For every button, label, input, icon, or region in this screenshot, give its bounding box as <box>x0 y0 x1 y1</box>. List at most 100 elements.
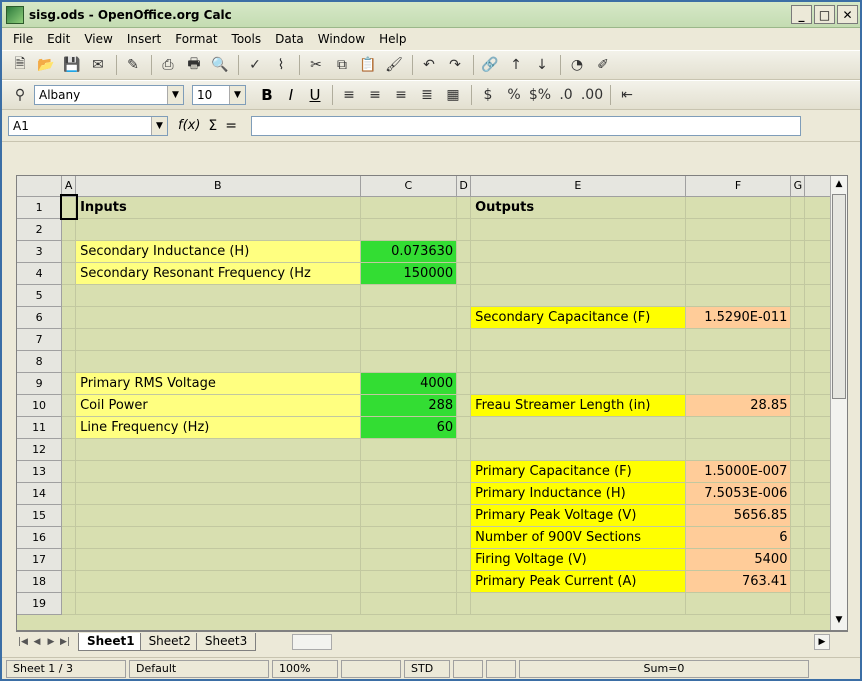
font-size-combo[interactable]: 10 ▼ <box>192 85 246 105</box>
menu-edit[interactable]: Edit <box>40 32 77 46</box>
cell-a[interactable] <box>61 482 77 505</box>
row-header[interactable]: 7 <box>17 328 63 351</box>
corner-header[interactable] <box>17 176 63 197</box>
vertical-scrollbar[interactable]: ▲ ▼ <box>830 176 847 630</box>
cell-e[interactable]: Secondary Capacitance (F) <box>470 306 686 329</box>
cell-e[interactable] <box>470 372 686 395</box>
cell-a[interactable] <box>61 262 77 285</box>
column-header-c[interactable]: C <box>360 176 458 197</box>
cell-a[interactable] <box>61 394 77 417</box>
next-sheet-icon[interactable]: ▶ <box>44 634 58 650</box>
scroll-down-icon[interactable]: ▼ <box>831 612 847 628</box>
cut-icon[interactable]: ✂ <box>304 54 328 76</box>
row-header[interactable]: 10 <box>17 394 63 417</box>
cell-c[interactable]: 150000 <box>360 262 458 285</box>
row-header[interactable]: 18 <box>17 570 63 593</box>
row-header[interactable]: 9 <box>17 372 63 395</box>
cell-e[interactable] <box>470 350 686 373</box>
cell-c[interactable] <box>360 548 458 571</box>
cell-d[interactable] <box>456 482 472 505</box>
cell-f[interactable]: 1.5290E-011 <box>685 306 792 329</box>
cell-f[interactable] <box>685 262 792 285</box>
row-header[interactable]: 19 <box>17 592 63 615</box>
cell-b[interactable] <box>75 548 361 571</box>
spellcheck-icon[interactable]: ✓ <box>243 54 267 76</box>
cell-f[interactable] <box>685 218 792 241</box>
cell-g[interactable] <box>790 526 806 549</box>
cell-c[interactable] <box>360 438 458 461</box>
cell-g[interactable] <box>790 416 806 439</box>
column-header-f[interactable]: F <box>685 176 792 197</box>
cell-c[interactable] <box>360 460 458 483</box>
cell-f[interactable]: 763.41 <box>685 570 792 593</box>
page-preview-icon[interactable]: 🔍 <box>208 54 232 76</box>
cell-b[interactable]: Coil Power <box>75 394 361 417</box>
cell-d[interactable] <box>456 240 472 263</box>
number-format-currency-icon[interactable]: $ <box>476 84 500 106</box>
cell-c[interactable] <box>360 350 458 373</box>
cell-f[interactable] <box>685 438 792 461</box>
cell-b[interactable]: Secondary Resonant Frequency (Hz <box>75 262 361 285</box>
sort-ascending-icon[interactable]: ↑ <box>504 54 528 76</box>
chart-icon[interactable]: ◔ <box>565 54 589 76</box>
draw-functions-icon[interactable]: ✐ <box>591 54 615 76</box>
cell-a[interactable] <box>61 372 77 395</box>
tab-sheet1[interactable]: Sheet1 <box>78 632 144 651</box>
cell-g[interactable] <box>790 482 806 505</box>
paste-icon[interactable]: 📋 <box>356 54 380 76</box>
cell-g[interactable] <box>790 328 806 351</box>
menu-window[interactable]: Window <box>311 32 372 46</box>
cell-a[interactable] <box>61 416 77 439</box>
last-sheet-icon[interactable]: ▶| <box>58 634 72 650</box>
edit-file-icon[interactable]: ✎ <box>121 54 145 76</box>
row-header[interactable]: 3 <box>17 240 63 263</box>
align-left-icon[interactable]: ≡ <box>337 84 361 106</box>
cell-e[interactable] <box>470 240 686 263</box>
cell-b[interactable] <box>75 570 361 593</box>
column-header-g[interactable]: G <box>790 176 806 197</box>
row-header[interactable]: 11 <box>17 416 63 439</box>
cell-f[interactable]: 1.5000E-007 <box>685 460 792 483</box>
cell-c[interactable] <box>360 218 458 241</box>
cell-c[interactable] <box>360 306 458 329</box>
font-name-combo[interactable]: Albany ▼ <box>34 85 184 105</box>
delete-decimal-icon[interactable]: .00 <box>580 84 604 106</box>
cell-d[interactable] <box>456 438 472 461</box>
cell-g[interactable] <box>790 460 806 483</box>
cell-e[interactable] <box>470 416 686 439</box>
cell-d[interactable] <box>456 262 472 285</box>
menu-help[interactable]: Help <box>372 32 413 46</box>
cell-a[interactable] <box>61 284 77 307</box>
close-button[interactable]: ✕ <box>837 5 858 24</box>
maximize-button[interactable]: □ <box>814 5 835 24</box>
cell-e[interactable] <box>470 592 686 615</box>
cell-d[interactable] <box>456 416 472 439</box>
chevron-down-icon[interactable]: ▼ <box>167 86 183 104</box>
cell-d[interactable] <box>456 328 472 351</box>
cell-f[interactable] <box>685 372 792 395</box>
formula-input[interactable] <box>251 115 802 136</box>
cell-c[interactable]: 4000 <box>360 372 458 395</box>
cell-c[interactable] <box>360 592 458 615</box>
cell-f[interactable] <box>685 284 792 307</box>
horizontal-scrollbar[interactable] <box>292 633 333 650</box>
cell-c[interactable] <box>360 482 458 505</box>
column-header-b[interactable]: B <box>75 176 361 197</box>
email-icon[interactable]: ✉ <box>86 54 110 76</box>
cell-e[interactable] <box>470 262 686 285</box>
cell-c[interactable]: 0.073630 <box>360 240 458 263</box>
row-header[interactable]: 2 <box>17 218 63 241</box>
format-paintbrush-icon[interactable]: 🖌 <box>382 54 406 76</box>
spreadsheet-grid[interactable]: A B C D E F G 1 Inputs Outputs 2 3 Secondary … <box>16 175 848 631</box>
cell-b[interactable]: Line Frequency (Hz) <box>75 416 361 439</box>
cell-d[interactable] <box>456 306 472 329</box>
scroll-thumb[interactable] <box>832 194 846 399</box>
cell-b[interactable] <box>75 218 361 241</box>
cell-c[interactable] <box>360 526 458 549</box>
add-decimal-icon[interactable]: .0 <box>554 84 578 106</box>
cell-g[interactable] <box>790 438 806 461</box>
underline-icon[interactable]: U <box>304 84 326 106</box>
cell-e[interactable]: Primary Peak Voltage (V) <box>470 504 686 527</box>
row-header[interactable]: 5 <box>17 284 63 307</box>
cell-d[interactable] <box>456 548 472 571</box>
